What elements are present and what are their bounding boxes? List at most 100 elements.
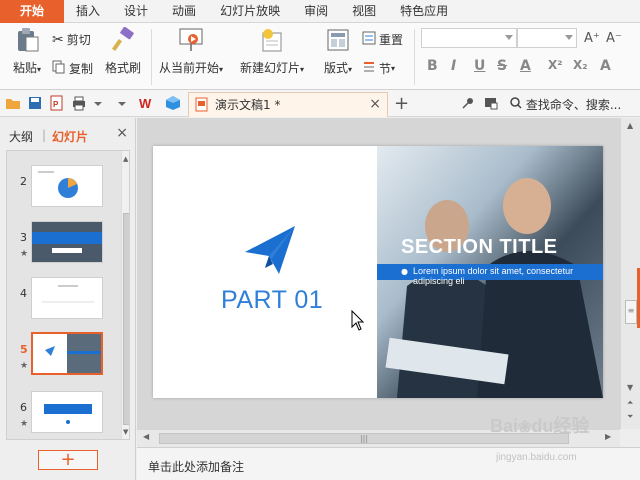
- reset-button[interactable]: 重置: [362, 31, 403, 48]
- section-label: 节: [379, 62, 392, 76]
- pin-icon[interactable]: [460, 95, 476, 111]
- search-command[interactable]: 查找命令、搜索...: [510, 96, 621, 113]
- italic-button[interactable]: I: [451, 58, 456, 74]
- vertical-scrollbar[interactable]: ▲ ≡ ▼ ⏶ ⏷: [620, 118, 640, 429]
- prev-slide-icon[interactable]: ⏶: [627, 398, 633, 408]
- slide-thumbnail-4[interactable]: [31, 277, 103, 319]
- play-from-current-button[interactable]: 从当前开始▾: [158, 27, 224, 76]
- scroll-thumb[interactable]: [123, 213, 129, 425]
- tab-design[interactable]: 设计: [112, 0, 160, 23]
- font-shrink-button[interactable]: A⁻: [606, 31, 622, 46]
- copy-button[interactable]: 复制: [52, 60, 93, 77]
- print-icon[interactable]: [71, 95, 87, 111]
- copy-label: 复制: [69, 62, 94, 76]
- current-slide[interactable]: PART 01 SECTION TITLE ● Lorem ipsum dolo…: [153, 146, 603, 398]
- scroll-down-icon[interactable]: ▼: [627, 383, 633, 392]
- subscript-button[interactable]: X₂: [573, 58, 588, 72]
- scroll-right-icon[interactable]: ▶: [605, 432, 611, 441]
- star-icon: ★: [20, 361, 29, 371]
- tab-features[interactable]: 特色应用: [388, 0, 460, 23]
- tab-slides[interactable]: 幻灯片: [52, 128, 88, 145]
- chevron-down-icon[interactable]: [92, 95, 108, 111]
- svg-text:P: P: [53, 100, 59, 109]
- new-tab-plus-icon[interactable]: +: [394, 93, 409, 114]
- format-painter-button[interactable]: 格式刷: [100, 26, 146, 76]
- font-color-button[interactable]: A: [520, 58, 531, 74]
- cube-icon[interactable]: [165, 95, 181, 111]
- scroll-down-icon[interactable]: ▼: [123, 428, 128, 436]
- tab-home[interactable]: 开始: [0, 0, 65, 23]
- part-title[interactable]: PART 01: [221, 286, 323, 315]
- scroll-left-icon[interactable]: ◀: [143, 432, 149, 441]
- tab-animation[interactable]: 动画: [160, 0, 208, 23]
- font-name-combo[interactable]: [421, 28, 517, 48]
- window-icon[interactable]: [483, 95, 499, 111]
- star-icon: ★: [20, 249, 29, 259]
- chevron-down-icon: [565, 35, 573, 40]
- tab-outline[interactable]: 大纲: [9, 128, 33, 145]
- tab-review[interactable]: 审阅: [292, 0, 340, 23]
- clear-format-button[interactable]: A: [600, 58, 611, 74]
- bullet-icon: ●: [401, 267, 408, 276]
- slide-thumbnail-5[interactable]: [31, 332, 103, 375]
- strikethrough-button[interactable]: S: [497, 58, 507, 74]
- next-slide-icon[interactable]: ⏷: [627, 412, 633, 422]
- export-pdf-icon[interactable]: P: [49, 95, 65, 111]
- add-slide-button[interactable]: +: [38, 450, 98, 470]
- slide-thumbnail-3[interactable]: [31, 221, 103, 263]
- notes-placeholder: 单击此处添加备注: [148, 460, 245, 474]
- paper-plane-icon: [245, 226, 295, 274]
- tab-slideshow[interactable]: 幻灯片放映: [208, 0, 292, 23]
- watermark-brand2: du: [531, 416, 554, 436]
- scroll-up-icon[interactable]: ▲: [123, 155, 128, 163]
- slide-thumbnail-2[interactable]: [31, 165, 103, 207]
- layout-button[interactable]: 版式▾: [318, 27, 358, 76]
- brush-icon: [109, 26, 137, 53]
- font-size-combo[interactable]: [517, 28, 577, 48]
- new-slide-button[interactable]: 新建幻灯片▾: [238, 27, 306, 76]
- scissors-icon: ✂: [52, 31, 64, 48]
- slide-number: 2: [20, 175, 27, 188]
- reset-label: 重置: [379, 33, 404, 47]
- save-icon[interactable]: [27, 95, 43, 111]
- tab-insert[interactable]: 插入: [64, 0, 112, 23]
- layout-label: 版式: [323, 61, 348, 75]
- subtitle-text[interactable]: Lorem ipsum dolor sit amet, consectetur …: [413, 266, 601, 286]
- projector-icon: [177, 27, 205, 53]
- document-tab[interactable]: 演示文稿1 * ×: [188, 92, 388, 117]
- slide-thumbnails: 2 3 ★ 4 5 ★ 6 ★ ▲ ▼: [6, 150, 130, 440]
- new-slide-label: 新建幻灯片: [239, 61, 300, 75]
- thumbnail-scrollbar[interactable]: ▲ ▼: [121, 151, 129, 439]
- ribbon-separator: [151, 29, 152, 85]
- chevron-down-icon[interactable]: [116, 95, 132, 111]
- cursor-icon: [351, 310, 365, 331]
- star-icon: ★: [20, 419, 29, 429]
- open-folder-icon[interactable]: [5, 95, 21, 111]
- underline-button[interactable]: U: [474, 58, 485, 74]
- font-grow-button[interactable]: A⁺: [584, 31, 600, 46]
- slides-panel: 大纲 | 幻灯片 × 2 3 ★ 4 5 ★ 6 ★ ▲ ▼ +: [0, 118, 136, 480]
- presentation-file-icon: [195, 97, 209, 120]
- search-label: 查找命令、搜索...: [525, 98, 622, 112]
- business-photo: SECTION TITLE ● Lorem ipsum dolor sit am…: [377, 146, 603, 398]
- cut-button[interactable]: ✂ 剪切: [52, 31, 91, 48]
- layout-icon: [324, 27, 352, 53]
- paste-button[interactable]: 粘贴▾: [8, 27, 46, 76]
- section-title[interactable]: SECTION TITLE: [401, 236, 558, 259]
- section-button[interactable]: 节 ▾: [362, 60, 395, 77]
- tab-view[interactable]: 视图: [340, 0, 388, 23]
- wps-logo-icon[interactable]: W: [139, 95, 155, 111]
- ribbon-home: 粘贴▾ ✂剪切 复制 格式刷 从当前开始▾ 新建幻灯片▾ 版式▾ 重置 节▾: [0, 23, 640, 90]
- slide-number: 6: [20, 401, 27, 414]
- bold-button[interactable]: B: [427, 58, 438, 74]
- scroll-thumb[interactable]: ≡: [625, 300, 637, 324]
- close-icon[interactable]: ×: [369, 93, 381, 116]
- superscript-button[interactable]: X²: [548, 58, 563, 72]
- scroll-up-icon[interactable]: ▲: [627, 121, 633, 130]
- clipboard-icon: [13, 27, 41, 53]
- from-current-label: 从当前开始: [158, 61, 219, 75]
- reset-icon: [362, 31, 376, 48]
- slide-thumbnail-6[interactable]: [31, 391, 103, 433]
- copy-icon: [52, 60, 66, 77]
- close-icon[interactable]: ×: [116, 125, 128, 141]
